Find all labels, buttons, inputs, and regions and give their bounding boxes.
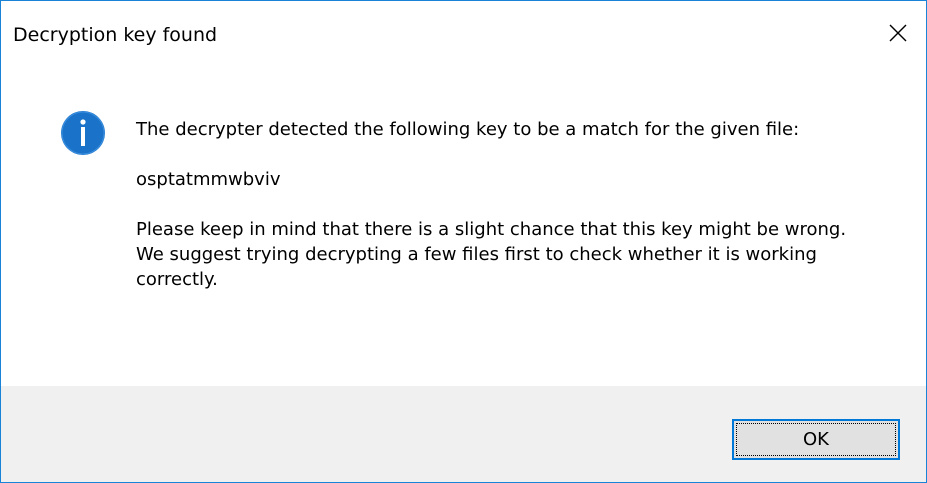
close-icon xyxy=(889,24,907,42)
message-area: The decrypter detected the following key… xyxy=(1,63,926,386)
button-bar: OK xyxy=(1,386,926,482)
detected-key-text: The decrypter detected the following key… xyxy=(136,119,800,140)
title-bar[interactable]: Decryption key found xyxy=(1,1,926,63)
decryption-key-value: osptatmmwbviv xyxy=(136,169,281,190)
message-text: The decrypter detected the following key… xyxy=(136,117,876,317)
warning-text: Please keep in mind that there is a slig… xyxy=(136,219,847,290)
ok-button-label: OK xyxy=(803,429,829,450)
ok-button[interactable]: OK xyxy=(732,419,900,460)
window-title: Decryption key found xyxy=(13,24,218,46)
dialog-window: Decryption key found The decrypter detec… xyxy=(0,0,927,483)
close-button[interactable] xyxy=(876,1,926,63)
information-icon xyxy=(61,111,105,155)
